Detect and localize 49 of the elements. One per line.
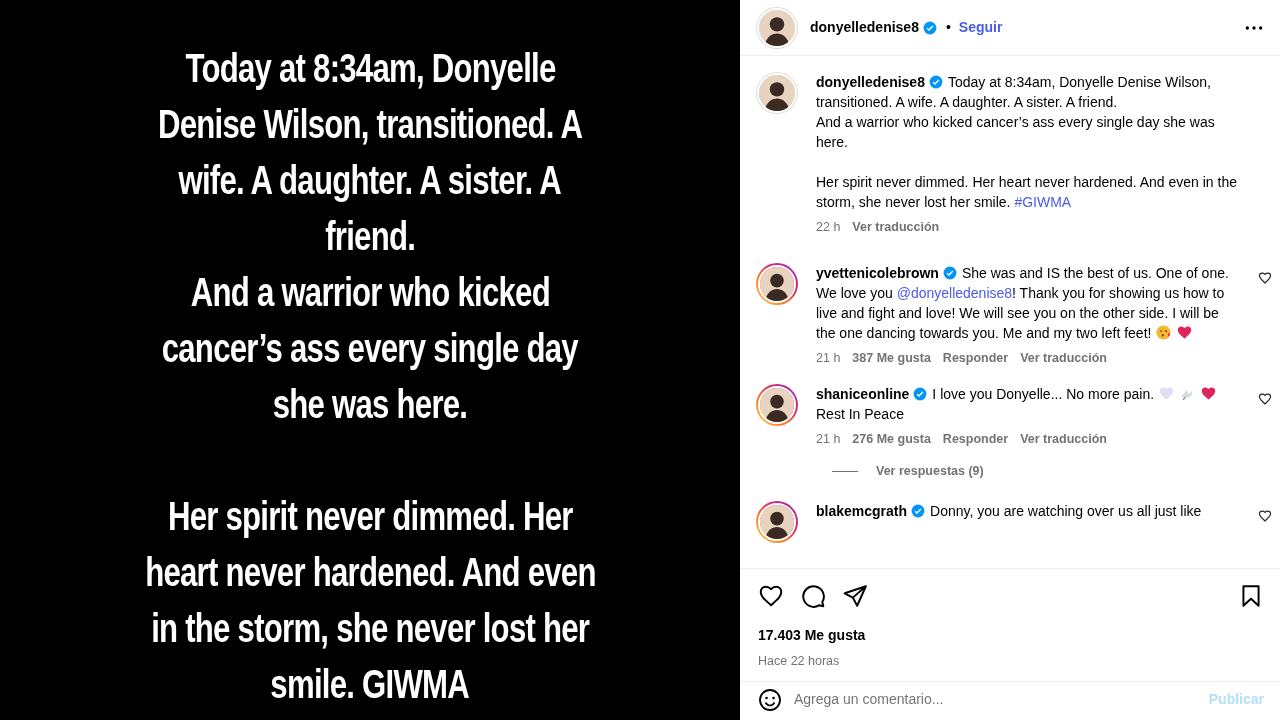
avatar[interactable]	[756, 6, 798, 49]
post-image-text: And a warrior who kicked	[190, 268, 550, 317]
reply-link[interactable]: Responder	[942, 429, 1009, 449]
translate-link[interactable]: Ver traducción	[852, 218, 940, 237]
avatar[interactable]	[756, 383, 798, 426]
post-image-text: in the storm, she never lost her	[151, 604, 589, 653]
emoji-icon[interactable]	[758, 687, 782, 712]
like-count[interactable]: 276 Me gusta	[852, 429, 931, 449]
username[interactable]: yvettenicolebrown	[816, 264, 939, 281]
like-icon[interactable]	[1258, 270, 1272, 285]
username[interactable]: donyelledenise8	[810, 17, 919, 38]
view-replies-link[interactable]: Ver respuestas (9)	[876, 462, 984, 481]
post-time: Hace 22 horas	[757, 653, 841, 670]
avatar[interactable]	[756, 262, 798, 305]
post-image-text: she was here.	[272, 380, 468, 429]
hashtag-link[interactable]: #GIWMA	[1014, 194, 1072, 210]
avatar[interactable]	[756, 72, 798, 114]
timestamp: 21 h	[816, 430, 841, 448]
follow-button[interactable]: Seguir	[958, 17, 1003, 38]
translate-link[interactable]: Ver traducción	[1020, 429, 1107, 449]
post-image-text: cancer’s ass every single day	[161, 324, 579, 373]
comment-text: blakemcgrath Donny, you are watching over us all just like	[816, 502, 1203, 521]
timestamp: 21 h	[816, 349, 841, 367]
comment-text: yvettenicolebrown She was and IS the best of us. One of one. We love you @donyelledenise8! Thank you for showing us how to live and fight and love! We will see you on the other side. I will be the one dancing towards you. Me and my two left feet!	[816, 263, 1230, 343]
post-image-text: Her spirit never dimmed. Her	[167, 492, 573, 541]
like-count[interactable]: 387 Me gusta	[852, 348, 931, 368]
like-icon[interactable]	[758, 583, 784, 609]
like-count[interactable]: 17.403 Me gusta	[740, 609, 1280, 646]
comment-icon[interactable]	[800, 583, 826, 609]
post-image-text: smile. GIWMA	[270, 660, 470, 709]
username[interactable]: donyelledenise8	[816, 74, 925, 90]
username[interactable]: shaniceonline	[816, 385, 910, 402]
separator-dot: •	[945, 18, 951, 37]
post-image-text: wife. A daughter. A sister. A	[178, 156, 562, 205]
post-image-text: Denise Wilson, transitioned. A	[157, 100, 583, 149]
username[interactable]: blakemcgrath	[816, 503, 908, 519]
reply-link[interactable]: Responder	[942, 348, 1009, 368]
post-image-text: friend.	[325, 212, 415, 261]
avatar[interactable]	[756, 501, 798, 543]
timestamp: 22 h	[816, 219, 841, 236]
kiss-emoji	[1155, 323, 1173, 341]
like-icon[interactable]	[1258, 391, 1272, 406]
comment-text: shaniceonline I love you Donyelle... No more pain. Rest In Peace	[816, 383, 1234, 424]
caption-text: donyelledenise8 Today at 8:34am, Donyelle Denise Wilson, transitioned. A wife. A daughter. A sister. A friend. And a warrior who kicked cancer’s ass every single day she was here. Her spirit never dimmed. Her heart never hardened. And even in the storm, she never lost her smile. #GIWMA	[816, 73, 1238, 212]
post-image-text: heart never hardened. And even	[144, 548, 596, 597]
like-icon[interactable]	[1258, 509, 1272, 523]
translate-link[interactable]: Ver traducción	[1020, 348, 1107, 368]
post-image-text: Today at 8:34am, Donyelle	[184, 44, 555, 93]
share-icon[interactable]	[842, 583, 868, 609]
